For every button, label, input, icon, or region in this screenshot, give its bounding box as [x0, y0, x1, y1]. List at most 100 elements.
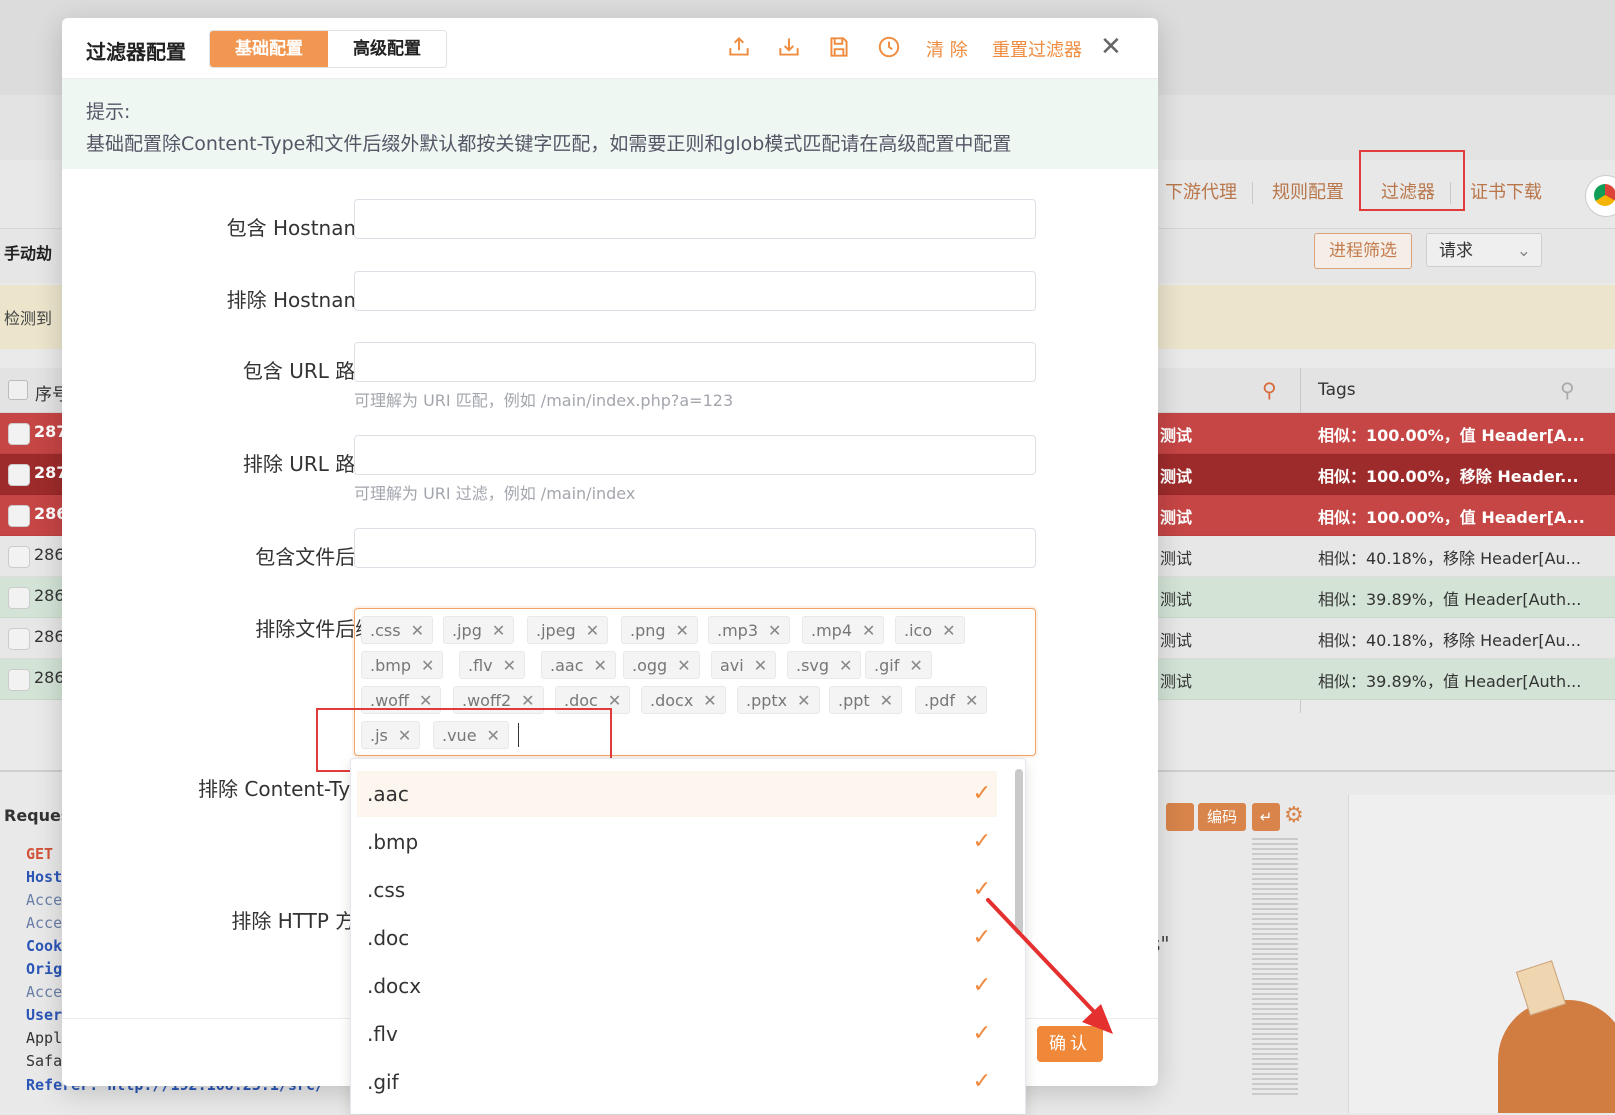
- include-hostname-input[interactable]: [354, 199, 1036, 239]
- row-num: 286: [34, 627, 65, 646]
- code-line: Orig: [26, 960, 63, 978]
- row-test: 测试: [1160, 672, 1193, 691]
- nav-rule-config[interactable]: 规则配置: [1272, 178, 1344, 204]
- exclude-hostname-input[interactable]: [354, 271, 1036, 311]
- close-icon[interactable]: ✕: [754, 656, 767, 675]
- row-checkbox[interactable]: [8, 628, 30, 650]
- suffix-tag: .aac ✕: [541, 651, 616, 679]
- left-title: 手动劫: [4, 244, 53, 263]
- dropdown-option[interactable]: .docx ✓: [357, 963, 997, 1009]
- exclude-url-hint: 可理解为 URI 过滤，例如 /main/index: [354, 484, 636, 503]
- row-test: 测试: [1160, 467, 1193, 486]
- close-icon[interactable]: ✕: [768, 621, 781, 640]
- row-test: 测试: [1160, 549, 1193, 568]
- empty-box-illustration: [1498, 1000, 1615, 1113]
- reset-filter-button[interactable]: 重置过滤器: [992, 36, 1082, 62]
- close-icon[interactable]: ✕: [909, 656, 922, 675]
- check-icon: ✓: [972, 925, 991, 950]
- close-icon[interactable]: ✕: [492, 621, 505, 640]
- suffix-tag: .bmp ✕: [361, 651, 444, 679]
- code-line: Host: [26, 868, 63, 886]
- dropdown-option[interactable]: .flv ✓: [357, 1011, 997, 1057]
- row-num: 286: [34, 545, 65, 564]
- tab-advanced-config[interactable]: 高级配置: [328, 31, 446, 67]
- dropdown-option[interactable]: .doc ✓: [357, 915, 997, 961]
- dropdown-option[interactable]: .aac ✓: [357, 771, 997, 817]
- gear-icon[interactable]: ⚙: [1284, 803, 1304, 828]
- warning-text: 检测到: [4, 309, 53, 328]
- tab-basic-config[interactable]: 基础配置: [210, 31, 328, 67]
- row-test: 测试: [1160, 631, 1193, 650]
- nav-downstream-proxy[interactable]: 下游代理: [1165, 178, 1237, 204]
- row-checkbox[interactable]: [8, 669, 30, 691]
- code-minimap: [1252, 838, 1298, 1098]
- close-icon[interactable]: ✕: [942, 621, 955, 640]
- search-icon[interactable]: ⚲: [1262, 378, 1277, 402]
- suffix-tag: .flv ✕: [459, 651, 526, 679]
- close-icon[interactable]: ✕: [586, 621, 599, 640]
- dropdown-scrollbar[interactable]: [1015, 769, 1023, 935]
- request-select[interactable]: 请求 ⌄: [1426, 233, 1542, 267]
- row-checkbox[interactable]: [8, 546, 30, 568]
- check-icon: ✓: [972, 1069, 991, 1094]
- row-tag: 相似：100.00%，值 Header[A...: [1318, 426, 1585, 445]
- row-checkbox[interactable]: [8, 464, 30, 486]
- close-icon[interactable]: ✕: [880, 691, 893, 710]
- tip-body: 基础配置除Content-Type和文件后缀外默认都按关键字匹配，如需要正则和g…: [86, 133, 1012, 155]
- row-tag: 相似：100.00%，值 Header[A...: [1318, 508, 1585, 527]
- wrap-icon[interactable]: ↵: [1252, 803, 1280, 831]
- suffix-tag: .ico ✕: [895, 616, 965, 644]
- toolbar-button[interactable]: [1166, 803, 1194, 831]
- dropdown-option[interactable]: .gif ✓: [357, 1059, 997, 1105]
- save-icon[interactable]: [826, 34, 852, 60]
- dialog-header: 过滤器配置 基础配置 高级配置 清 除 重置过滤器 ✕: [62, 18, 1158, 79]
- row-checkbox[interactable]: [8, 505, 30, 527]
- close-icon[interactable]: ✕: [839, 656, 852, 675]
- select-all-checkbox[interactable]: [8, 380, 28, 400]
- request-select-value: 请求: [1439, 241, 1473, 261]
- close-icon[interactable]: ✕: [797, 691, 810, 710]
- import-icon[interactable]: [776, 34, 802, 60]
- include-suffix-input[interactable]: [354, 528, 1036, 568]
- clear-button[interactable]: 清 除: [926, 36, 968, 62]
- code-line: Acce: [26, 891, 63, 909]
- row-checkbox[interactable]: [8, 587, 30, 609]
- row-tag: 相似：100.00%，移除 Header...: [1318, 467, 1579, 486]
- process-filter-button[interactable]: 进程筛选: [1314, 233, 1412, 269]
- close-icon[interactable]: ✕: [411, 621, 424, 640]
- history-icon[interactable]: [876, 34, 902, 60]
- suffix-tag: .ppt ✕: [829, 686, 903, 714]
- dialog-title: 过滤器配置: [86, 40, 186, 64]
- close-icon[interactable]: ✕: [594, 656, 607, 675]
- close-icon[interactable]: ✕: [862, 621, 875, 640]
- close-icon[interactable]: ✕: [965, 691, 978, 710]
- close-icon[interactable]: ✕: [1100, 32, 1122, 62]
- check-icon: ✓: [972, 829, 991, 854]
- export-icon[interactable]: [726, 34, 752, 60]
- close-icon[interactable]: ✕: [421, 656, 434, 675]
- tip-banner: 提示: 基础配置除Content-Type和文件后缀外默认都按关键字匹配，如需要…: [62, 79, 1158, 169]
- confirm-button[interactable]: 确认: [1037, 1026, 1103, 1062]
- code-line: Appl: [26, 1029, 63, 1047]
- suffix-tag: .docx ✕: [641, 686, 726, 714]
- filter-highlight-box: [1359, 150, 1465, 211]
- dropdown-option[interactable]: .bmp ✓: [357, 819, 997, 865]
- close-icon[interactable]: ✕: [677, 656, 690, 675]
- search-icon[interactable]: ⚲: [1560, 378, 1575, 402]
- code-line: Acce: [26, 983, 63, 1001]
- suffix-tag: .gif ✕: [865, 651, 932, 679]
- close-icon[interactable]: ✕: [676, 621, 689, 640]
- suffix-tag: .ogg ✕: [623, 651, 700, 679]
- suffix-tag: avi ✕: [711, 651, 777, 679]
- dropdown-option[interactable]: .css ✓: [357, 867, 997, 913]
- close-icon[interactable]: ✕: [503, 656, 516, 675]
- row-tag: 相似：40.18%，移除 Header[Au...: [1318, 549, 1581, 568]
- exclude-url-input[interactable]: [354, 435, 1036, 475]
- include-url-input[interactable]: [354, 342, 1036, 382]
- close-icon[interactable]: ✕: [703, 691, 716, 710]
- encode-button[interactable]: 编码: [1198, 803, 1246, 831]
- row-test: 测试: [1160, 426, 1193, 445]
- row-checkbox[interactable]: [8, 423, 30, 445]
- nav-cert-download[interactable]: 证书下载: [1470, 178, 1542, 204]
- code-line: Acce: [26, 914, 63, 932]
